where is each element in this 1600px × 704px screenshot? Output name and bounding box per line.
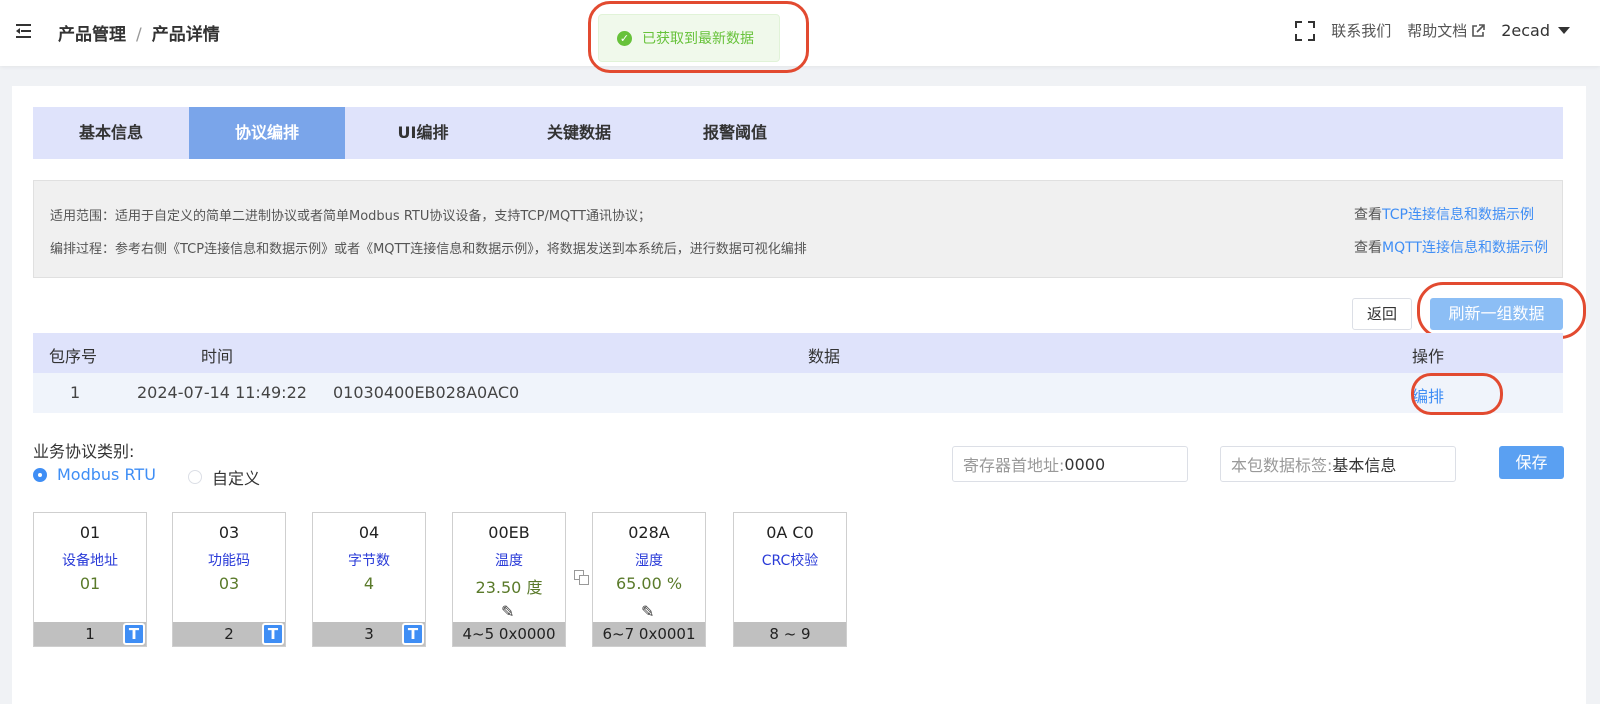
block-value: 03 <box>218 574 240 593</box>
data-tag-field[interactable]: 本包数据标签: 基本信息 <box>1220 446 1456 482</box>
fullscreen-button[interactable] <box>1295 20 1316 41</box>
radio-dot-checked <box>33 467 47 482</box>
block-value: 65.00 % <box>615 574 683 593</box>
byte-block[interactable]: 01 设备地址 01 1 T <box>33 512 147 647</box>
tab-bar: 基本信息 协议编排 UI编排 关键数据 报警阈值 <box>33 107 1563 159</box>
row-time: 2024-07-14 11:49:22 <box>137 383 307 402</box>
block-hex: 028A <box>628 523 670 542</box>
view-prefix: 查看 <box>1354 240 1383 256</box>
help-docs-label: 帮助文档 <box>1407 22 1468 40</box>
block-name: 设备地址 <box>62 553 118 569</box>
help-docs-link[interactable]: 帮助文档 <box>1407 20 1486 41</box>
block-hex: 04 <box>358 523 380 542</box>
block-name: 温度 <box>495 553 523 569</box>
block-hex: 00EB <box>488 523 530 542</box>
block-name: CRC校验 <box>761 553 819 569</box>
tab-key-data[interactable]: 关键数据 <box>501 107 657 159</box>
block-value: 4 <box>363 574 375 593</box>
breadcrumb: 产品管理 / 产品详情 <box>58 20 220 45</box>
byte-block[interactable]: 028A 湿度 65.00 % ✎ 6~7 0x0001 <box>592 512 706 647</box>
merge-copy-icon[interactable] <box>574 570 590 586</box>
block-name: 功能码 <box>208 553 250 569</box>
fullscreen-icon <box>1295 20 1316 41</box>
text-type-icon[interactable]: T <box>123 623 145 645</box>
highlight-ring-arrange <box>1411 373 1503 415</box>
row-data: 01030400EB028A0AC0 <box>333 383 520 402</box>
highlight-ring-refresh <box>1417 282 1586 339</box>
mqtt-example-line: 查看MQTT连接信息和数据示例 <box>1354 237 1548 257</box>
tab-basic-info[interactable]: 基本信息 <box>33 107 189 159</box>
radio-modbus-rtu[interactable]: Modbus RTU <box>33 465 156 484</box>
radio-modbus-label: Modbus RTU <box>57 465 156 484</box>
header-data: 数据 <box>808 347 841 366</box>
header-action: 操作 <box>1412 347 1445 366</box>
byte-block[interactable]: 04 字节数 4 3 T <box>312 512 426 647</box>
block-footer: 6~7 0x0001 <box>593 622 705 646</box>
header-seq: 包序号 <box>49 347 98 366</box>
tcp-example-line: 查看TCP连接信息和数据示例 <box>1354 204 1534 224</box>
header-time: 时间 <box>201 347 234 366</box>
edit-pencil-icon[interactable]: ✎ <box>641 602 654 621</box>
tab-ui-arrangement[interactable]: UI编排 <box>345 107 501 159</box>
block-hex: 01 <box>79 523 101 542</box>
block-footer: 8 ~ 9 <box>734 622 846 646</box>
radio-custom-label: 自定义 <box>212 469 261 488</box>
block-name: 字节数 <box>348 553 390 569</box>
table-header: 包序号 时间 数据 操作 <box>33 333 1563 373</box>
main-card: 基本信息 协议编排 UI编排 关键数据 报警阈值 适用范围：适用于自定义的简单二… <box>12 86 1586 704</box>
back-button[interactable]: 返回 <box>1352 298 1412 330</box>
byte-block[interactable]: 0A C0 CRC校验 8 ~ 9 <box>733 512 847 647</box>
breadcrumb-product-detail: 产品详情 <box>151 25 220 45</box>
caret-down-icon <box>1558 27 1570 34</box>
text-type-icon[interactable]: T <box>262 623 284 645</box>
tcp-example-link[interactable]: TCP连接信息和数据示例 <box>1382 207 1534 223</box>
process-text: 编排过程：参考右侧《TCP连接信息和数据示例》或者《MQTT连接信息和数据示例》… <box>50 242 807 257</box>
block-footer: 4~5 0x0000 <box>453 622 565 646</box>
block-value: 01 <box>79 574 101 593</box>
register-address-prefix: 寄存器首地址: <box>963 456 1065 475</box>
external-link-icon <box>1472 23 1486 37</box>
register-address-value: 0000 <box>1064 454 1106 474</box>
header-actions: 联系我们 帮助文档 2ecad <box>1279 20 1570 41</box>
tab-protocol-arrangement[interactable]: 协议编排 <box>189 107 345 159</box>
block-hex: 03 <box>218 523 240 542</box>
breadcrumb-product-management[interactable]: 产品管理 <box>58 25 126 45</box>
protocol-type-label: 业务协议类别: <box>33 442 135 461</box>
scope-text: 适用范围：适用于自定义的简单二进制协议或者简单Modbus RTU协议设备，支持… <box>50 209 651 224</box>
mqtt-example-link[interactable]: MQTT连接信息和数据示例 <box>1382 240 1548 256</box>
contact-link[interactable]: 联系我们 <box>1331 20 1391 41</box>
highlight-ring-toast <box>588 1 809 73</box>
info-panel: 适用范围：适用于自定义的简单二进制协议或者简单Modbus RTU协议设备，支持… <box>33 180 1563 278</box>
register-address-field[interactable]: 寄存器首地址: 0000 <box>952 446 1188 482</box>
radio-custom[interactable]: 自定义 <box>188 465 260 489</box>
edit-pencil-icon[interactable]: ✎ <box>501 602 514 621</box>
data-tag-value: 基本信息 <box>1332 456 1397 475</box>
data-tag-prefix: 本包数据标签: <box>1231 456 1333 475</box>
byte-block[interactable]: 03 功能码 03 2 T <box>172 512 286 647</box>
breadcrumb-separator: / <box>136 25 142 45</box>
block-name: 湿度 <box>635 553 663 569</box>
save-button[interactable]: 保存 <box>1499 446 1564 479</box>
view-prefix: 查看 <box>1354 207 1383 223</box>
block-value: 23.50 度 <box>475 578 543 597</box>
username: 2ecad <box>1501 21 1550 40</box>
radio-dot <box>188 470 202 484</box>
block-hex: 0A C0 <box>766 523 814 542</box>
text-type-icon[interactable]: T <box>402 623 424 645</box>
tab-alarm-threshold[interactable]: 报警阈值 <box>657 107 813 159</box>
user-menu[interactable]: 2ecad <box>1501 21 1570 40</box>
menu-fold-icon[interactable] <box>16 23 32 39</box>
table-row: 1 2024-07-14 11:49:22 01030400EB028A0AC0… <box>33 373 1563 413</box>
byte-block[interactable]: 00EB 温度 23.50 度 ✎ 4~5 0x0000 <box>452 512 566 647</box>
row-seq: 1 <box>70 383 81 402</box>
